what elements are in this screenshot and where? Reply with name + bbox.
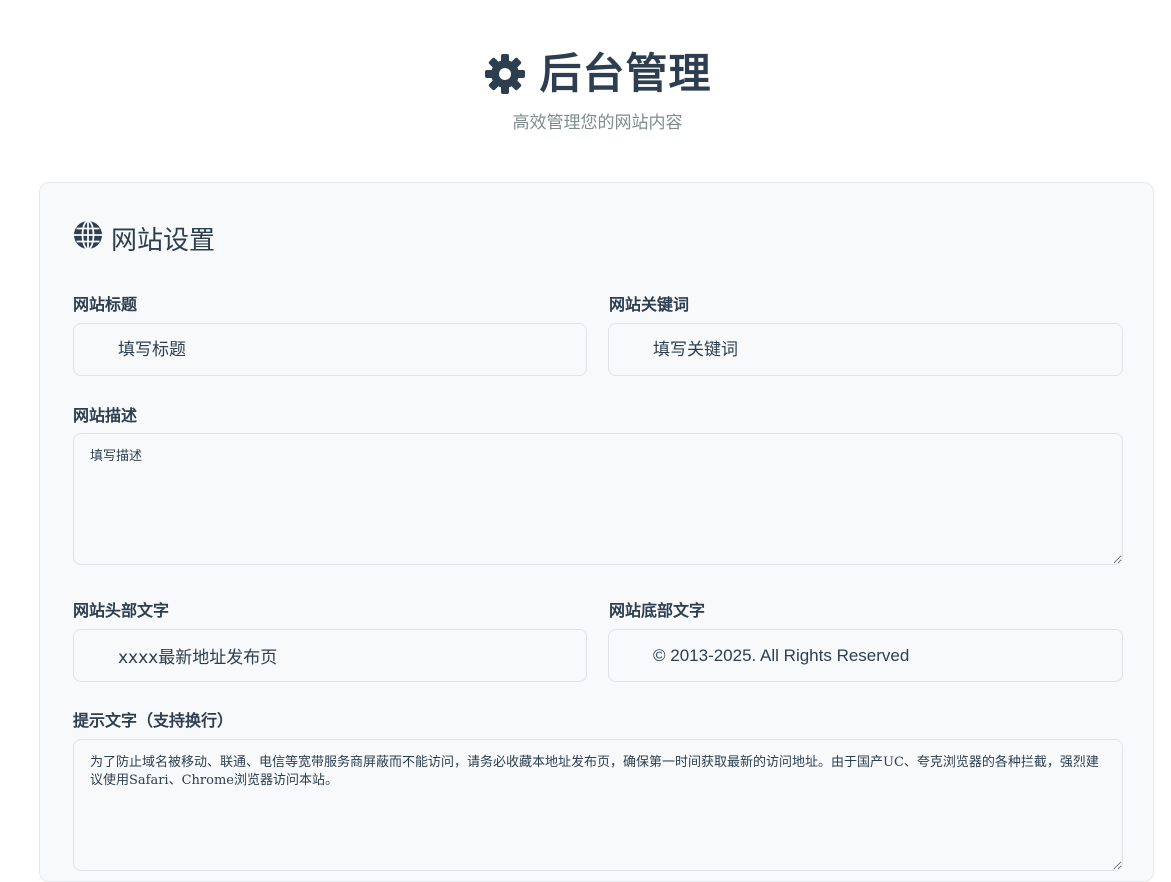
page-header: 后台管理 高效管理您的网站内容 bbox=[0, 46, 1171, 133]
description-label: 网站描述 bbox=[73, 406, 138, 425]
section-title: 网站设置 bbox=[111, 226, 216, 256]
footer-text-label: 网站底部文字 bbox=[609, 601, 706, 620]
section-header: 网站设置 bbox=[73, 220, 215, 257]
site-title-input[interactable] bbox=[73, 323, 587, 376]
keywords-input[interactable] bbox=[608, 323, 1123, 376]
notice-textarea[interactable]: 为了防止域名被移动、联通、电信等宽带服务商屏蔽而不能访问，请务必收藏本地址发布页… bbox=[73, 739, 1123, 871]
keywords-label: 网站关键词 bbox=[609, 295, 690, 314]
page-subtitle: 高效管理您的网站内容 bbox=[512, 113, 683, 133]
brand: 后台管理 bbox=[483, 46, 711, 102]
notice-label: 提示文字（支持换行） bbox=[73, 711, 234, 730]
header-text-input[interactable] bbox=[73, 629, 587, 682]
footer-text-input[interactable] bbox=[608, 629, 1123, 682]
gear-icon bbox=[483, 52, 527, 96]
site-title-label: 网站标题 bbox=[73, 295, 138, 314]
header-text-label: 网站头部文字 bbox=[73, 601, 170, 620]
globe-icon bbox=[73, 220, 103, 257]
description-textarea[interactable] bbox=[73, 433, 1123, 565]
settings-card: 网站设置 网站标题 网站关键词 网站描述 网站头部文字 网站底部文字 提示文字（… bbox=[39, 182, 1154, 882]
page-title: 后台管理 bbox=[539, 49, 712, 98]
